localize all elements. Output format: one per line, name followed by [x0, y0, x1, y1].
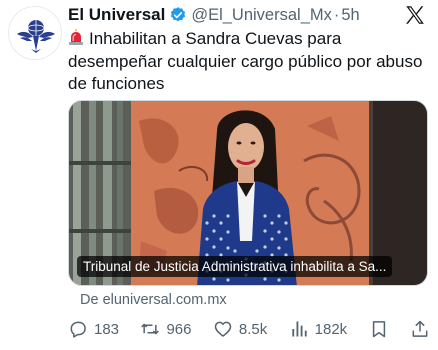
el-universal-logo-icon [10, 8, 61, 59]
avatar[interactable] [8, 6, 62, 60]
tweet[interactable]: El Universal @El_Universal_Mx · 5h Inhab… [0, 0, 438, 350]
action-bar: 183 966 8.5k 182k [68, 317, 430, 341]
views-button[interactable]: 182k [289, 319, 348, 339]
views-chart-icon [291, 321, 307, 337]
retweet-button[interactable]: 966 [140, 319, 191, 339]
verified-badge-icon [169, 6, 187, 24]
separator: · [333, 5, 340, 24]
link-card[interactable]: Tribunal de Justicia Administrativa inha… [68, 100, 428, 286]
tweet-body: Inhabilitan a Sandra Cuevas para desempe… [68, 29, 423, 93]
tweet-header: El Universal @El_Universal_Mx · 5h [68, 4, 360, 26]
timestamp[interactable]: 5h [341, 6, 359, 25]
police-siren-icon [68, 29, 84, 46]
like-count: 8.5k [238, 320, 268, 338]
share-icon [412, 320, 428, 337]
reply-count: 183 [94, 320, 120, 338]
share-button[interactable] [410, 319, 430, 339]
views-count: 182k [314, 320, 348, 338]
card-caption[interactable]: Tribunal de Justicia Administrativa inha… [77, 256, 393, 277]
tweet-text: Inhabilitan a Sandra Cuevas para desempe… [68, 28, 428, 96]
handle[interactable]: @El_Universal_Mx [191, 6, 332, 25]
retweet-icon [141, 323, 160, 335]
retweet-count: 966 [166, 320, 192, 338]
reply-button[interactable]: 183 [68, 319, 119, 339]
card-source[interactable]: De eluniversal.com.mx [80, 292, 227, 308]
bookmark-button[interactable] [369, 319, 389, 339]
heart-icon [214, 321, 232, 337]
like-button[interactable]: 8.5k [213, 319, 267, 339]
x-logo-icon[interactable] [404, 4, 426, 26]
reply-icon [70, 321, 86, 338]
bookmark-icon [372, 321, 385, 338]
display-name[interactable]: El Universal [68, 5, 165, 25]
